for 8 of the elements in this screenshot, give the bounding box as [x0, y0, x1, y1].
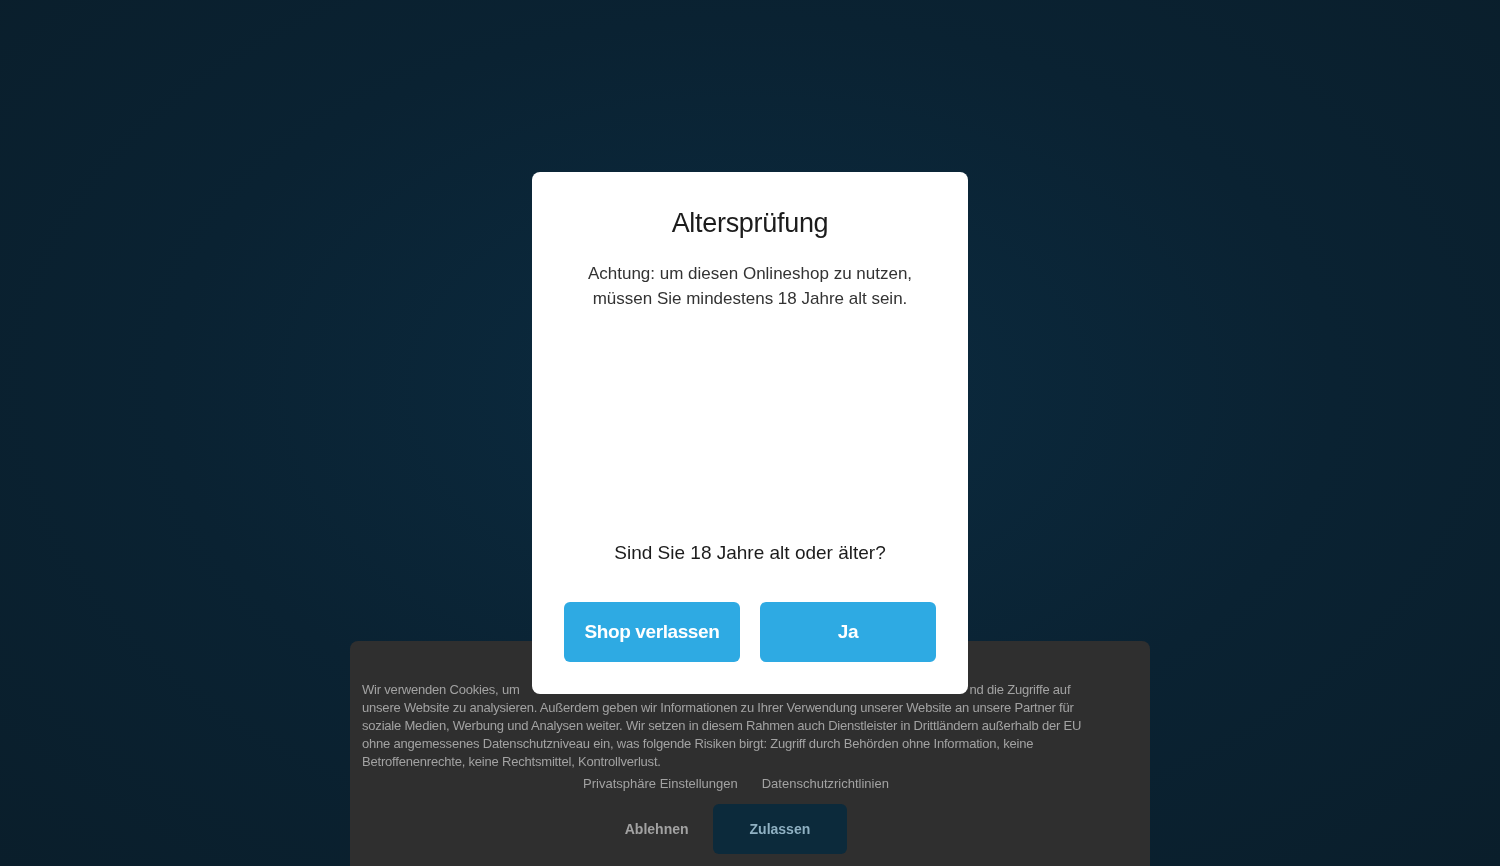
age-question: Sind Sie 18 Jahre alt oder älter? [614, 542, 886, 564]
decline-button[interactable]: Ablehnen [624, 804, 689, 854]
dialog-title: Altersprüfung [671, 208, 829, 239]
dialog-message: Achtung: um diesen Onlineshop zu nutzen, müssen Sie mindestens 18 Jahre alt sein. [586, 263, 914, 310]
accept-button[interactable]: Zulassen [712, 804, 848, 854]
policy-link[interactable]: Privatsphäre Einstellungen [583, 776, 738, 791]
policy-link[interactable]: Datenschutzrichtlinien [761, 776, 889, 791]
cookie-notice-text: Wir verwenden Cookies, um nd die Zugriffe auf unsere Website zu analysieren. Außerdem geben wir Informationen zu Ihrer Verwendung unserer Website an unsere Partner für soziale Medien, Werbung und Analysen weiter. Wir setzen in diesem Rahmen auch Dienstleister in Drittländern außerhalb der EU ohne angemessenes Datenschutzniveau ein, was folgende Risiken birgt: Zugriff durch Behörden ohne Information, keine Betroffenenrechte, keine Rechtsmittel, Kontrollverlust. [362, 681, 1083, 771]
